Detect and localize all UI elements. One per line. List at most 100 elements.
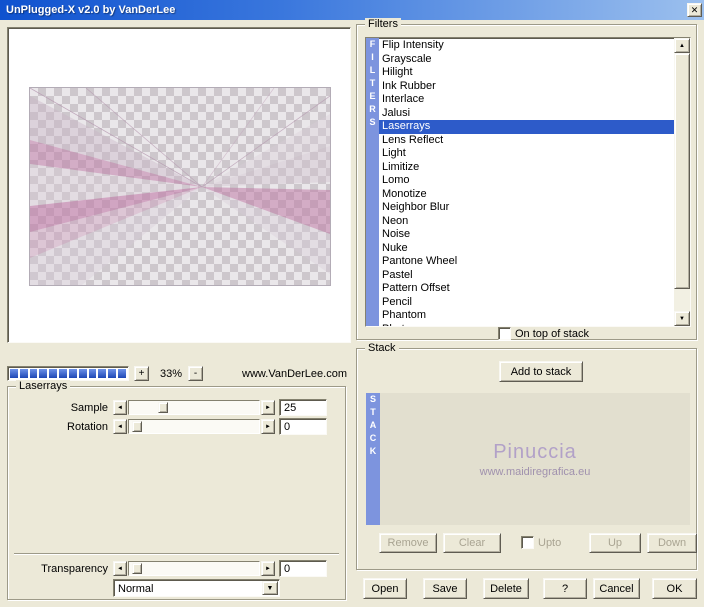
upto-checkbox[interactable] — [521, 536, 534, 549]
arrow-up-icon: ▲ — [679, 42, 685, 49]
remove-button[interactable]: Remove — [379, 533, 437, 553]
sample-right-arrow-button[interactable]: ► — [261, 400, 275, 415]
rotation-value-field[interactable]: 0 — [279, 418, 327, 435]
stack-group: Stack Add to stack STACK Pinuccia www.ma… — [356, 342, 697, 570]
up-button[interactable]: Up — [589, 533, 641, 553]
stack-strip: STACK — [366, 393, 380, 525]
transparency-left-arrow-button[interactable]: ◄ — [113, 561, 127, 576]
filter-item[interactable]: Photocopy — [379, 323, 674, 327]
transparency-row: Transparency ◄ ► 0 — [8, 560, 345, 578]
filter-item[interactable]: Interlace — [379, 93, 674, 107]
stack-list-area[interactable]: Pinuccia www.maidiregrafica.eu — [380, 393, 690, 525]
transparency-slider-thumb[interactable] — [131, 563, 142, 574]
blend-mode-dropdown[interactable]: Normal ▼ — [113, 579, 280, 597]
delete-button[interactable]: Delete — [483, 578, 529, 599]
filter-item[interactable]: Pattern Offset — [379, 282, 674, 296]
filter-item[interactable]: Pastel — [379, 269, 674, 283]
sample-left-arrow-button[interactable]: ◄ — [113, 400, 127, 415]
down-button[interactable]: Down — [647, 533, 697, 553]
ok-button[interactable]: OK — [652, 578, 697, 599]
filter-scrollbar[interactable]: ▲ ▼ — [674, 38, 690, 326]
filter-item[interactable]: Neon — [379, 215, 674, 229]
close-icon: ✕ — [690, 4, 699, 15]
progress-segment — [39, 369, 48, 378]
arrow-down-icon: ▼ — [679, 315, 685, 322]
rotation-slider-thumb[interactable] — [131, 421, 142, 432]
add-to-stack-button[interactable]: Add to stack — [499, 361, 583, 382]
filter-item[interactable]: Noise — [379, 228, 674, 242]
filter-item[interactable]: Lens Reflect — [379, 134, 674, 148]
zoom-out-button[interactable]: - — [188, 366, 203, 381]
rotation-left-arrow-button[interactable]: ◄ — [113, 419, 127, 434]
filter-item[interactable]: Nuke — [379, 242, 674, 256]
preview-image[interactable] — [29, 87, 331, 286]
transparency-slider-track[interactable] — [128, 561, 260, 576]
progress-segment — [118, 369, 126, 378]
filter-item[interactable]: Laserrays — [379, 120, 674, 134]
transparency-right-arrow-button[interactable]: ► — [261, 561, 275, 576]
render-progress-blocks — [8, 367, 128, 380]
arrow-left-icon: ◄ — [117, 565, 123, 572]
transparency-label: Transparency — [41, 563, 108, 575]
filter-item[interactable]: Lomo — [379, 174, 674, 188]
sample-slider-thumb[interactable] — [157, 402, 168, 413]
sample-value-field[interactable]: 25 — [279, 399, 327, 416]
filter-item[interactable]: Pantone Wheel — [379, 255, 674, 269]
upto-label: Upto — [538, 536, 562, 549]
progress-segment — [19, 369, 28, 378]
upto-row[interactable]: Upto — [521, 536, 561, 549]
zoom-value: 33% — [159, 368, 183, 380]
rotation-row: Rotation ◄ ► 0 — [8, 418, 345, 436]
filter-item[interactable]: Ink Rubber — [379, 80, 674, 94]
scroll-down-button[interactable]: ▼ — [674, 311, 690, 326]
open-button[interactable]: Open — [363, 578, 407, 599]
transparency-value-field[interactable]: 0 — [279, 560, 327, 577]
preview-panel — [7, 27, 351, 343]
dropdown-button[interactable]: ▼ — [262, 581, 278, 595]
filter-item[interactable]: Jalusi — [379, 107, 674, 121]
filter-item[interactable]: Flip Intensity — [379, 39, 674, 53]
chevron-down-icon: ▼ — [266, 584, 274, 592]
filter-item[interactable]: Phantom — [379, 309, 674, 323]
help-button[interactable]: ? — [543, 578, 587, 599]
on-top-of-stack-row[interactable]: On top of stack — [498, 327, 589, 340]
cancel-button[interactable]: Cancel — [593, 578, 640, 599]
filter-item[interactable]: Monotize — [379, 188, 674, 202]
progress-segment — [10, 369, 18, 378]
filter-item[interactable]: Neighbor Blur — [379, 201, 674, 215]
sample-slider-track[interactable] — [128, 400, 260, 415]
on-top-checkbox[interactable] — [498, 327, 511, 340]
filter-item[interactable]: Pencil — [379, 296, 674, 310]
progress-segment — [29, 369, 38, 378]
filter-item[interactable]: Grayscale — [379, 53, 674, 67]
arrow-right-icon: ► — [265, 565, 271, 572]
zoom-in-button[interactable]: + — [134, 366, 149, 381]
close-button[interactable]: ✕ — [687, 3, 702, 17]
watermark-title: Pinuccia — [493, 440, 577, 463]
scrollbar-thumb[interactable] — [674, 53, 690, 290]
scroll-up-button[interactable]: ▲ — [674, 38, 690, 53]
laser-rays-graphic — [30, 88, 330, 285]
rotation-slider-track[interactable] — [128, 419, 260, 434]
stack-group-label: Stack — [365, 342, 399, 354]
render-progress-bar — [7, 366, 129, 381]
filter-item[interactable]: Light — [379, 147, 674, 161]
filters-group: Filters FILTERS Flip Intensity Grayscale H… — [356, 18, 697, 340]
rotation-right-arrow-button[interactable]: ► — [261, 419, 275, 434]
website-link[interactable]: www.VanDerLee.com — [225, 368, 347, 380]
save-button[interactable]: Save — [423, 578, 467, 599]
laserrays-group: Laserrays Sample ◄ ► 25 Rotation ◄ ► 0 T… — [7, 380, 346, 600]
filter-item[interactable]: Hilight — [379, 66, 674, 80]
arrow-right-icon: ► — [265, 404, 271, 411]
arrow-right-icon: ► — [265, 423, 271, 430]
progress-segment — [88, 369, 97, 378]
filter-item[interactable]: Limitize — [379, 161, 674, 175]
progress-segment — [98, 369, 107, 378]
arrow-left-icon: ◄ — [117, 423, 123, 430]
clear-button[interactable]: Clear — [443, 533, 501, 553]
watermark-url: www.maidiregrafica.eu — [479, 465, 591, 478]
titlebar[interactable]: UnPlugged-X v2.0 by VanDerLee ✕ — [0, 0, 704, 20]
sample-label: Sample — [70, 402, 108, 414]
blend-mode-value: Normal — [118, 583, 154, 595]
window-title: UnPlugged-X v2.0 by VanDerLee — [6, 4, 176, 16]
